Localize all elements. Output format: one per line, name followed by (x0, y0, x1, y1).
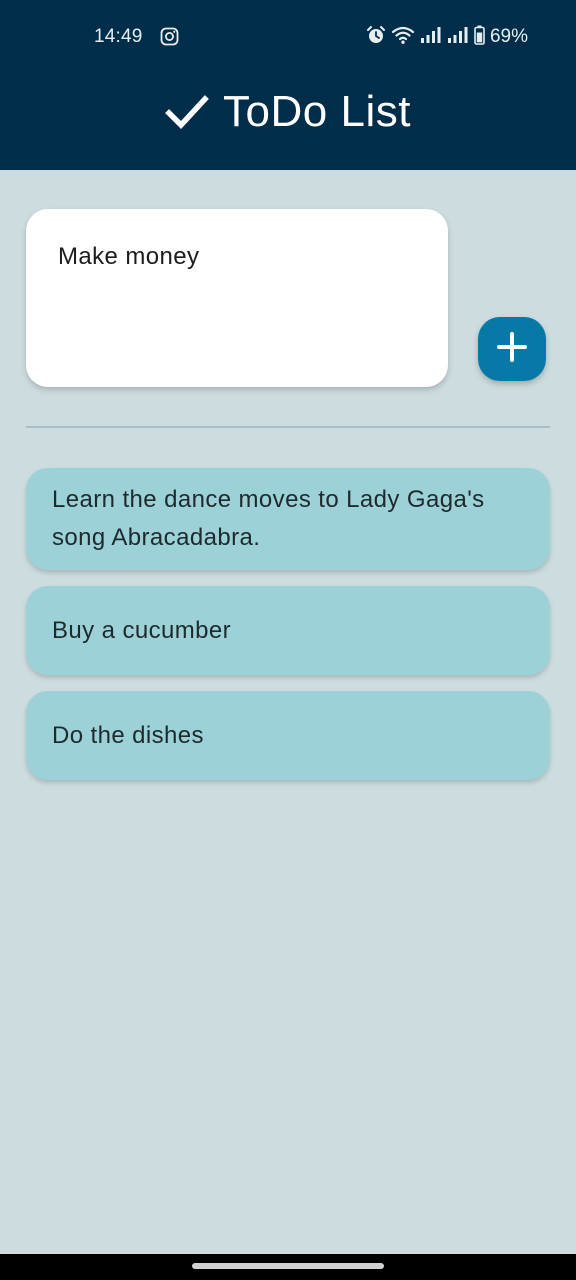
wifi-icon (391, 25, 415, 50)
battery-icon (474, 25, 485, 50)
new-task-card (26, 209, 448, 387)
checkmark-icon (165, 90, 209, 134)
battery-percent: 69% (489, 26, 528, 47)
new-task-input[interactable] (58, 243, 418, 271)
app-screen: 14:49 69% ToDo List Make money Learn the… (0, 0, 576, 1280)
todo-item[interactable]: Do the dishes (26, 691, 550, 780)
status-bar: 14:49 69% (0, 0, 576, 72)
todo-list: Learn the dance moves to Lady Gaga's son… (26, 468, 550, 796)
signal-icon (447, 26, 469, 49)
add-task-button[interactable] (478, 317, 546, 381)
status-icons: 69% (366, 24, 528, 50)
plus-icon (497, 331, 527, 367)
todo-item-text: Do the dishes (52, 721, 204, 749)
divider (26, 426, 550, 428)
status-time: 14:49 (94, 26, 143, 47)
alarm-icon (366, 25, 386, 50)
todo-item[interactable]: Learn the dance moves to Lady Gaga's son… (26, 468, 550, 570)
system-nav-bar (0, 1254, 576, 1280)
page-title: ToDo List (223, 87, 411, 136)
title-row: ToDo List (0, 82, 576, 142)
signal-icon (420, 26, 442, 49)
app-header: 14:49 69% ToDo List (0, 0, 576, 170)
instagram-icon (160, 27, 179, 46)
home-indicator[interactable] (192, 1263, 384, 1269)
todo-item-text: Learn the dance moves to Lady Gaga's son… (52, 486, 485, 551)
todo-item-text: Buy a cucumber (52, 616, 232, 644)
todo-item[interactable]: Buy a cucumber (26, 586, 550, 675)
